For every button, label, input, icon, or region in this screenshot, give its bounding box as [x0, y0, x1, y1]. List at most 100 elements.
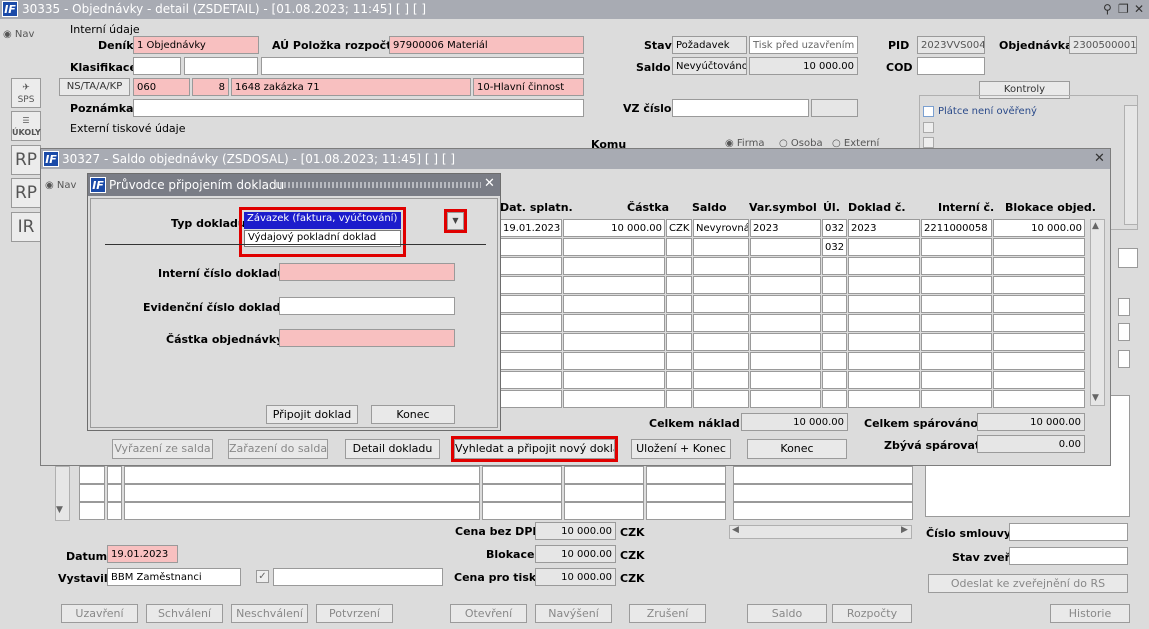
saldo-empty-cell[interactable]: [750, 371, 821, 389]
saldo-empty-cell[interactable]: [500, 333, 562, 351]
sps-icon[interactable]: ✈ SPS: [11, 78, 41, 108]
saldo-empty-cell[interactable]: [993, 314, 1085, 332]
au-field[interactable]: 97900006 Materiál: [389, 36, 584, 54]
saldo-empty-cell[interactable]: [693, 276, 749, 294]
saldo-nav-toggle[interactable]: ◉ Nav: [45, 180, 76, 191]
row2-blokace[interactable]: [993, 238, 1085, 256]
vz-field[interactable]: [672, 99, 809, 117]
saldo-empty-cell[interactable]: [822, 371, 847, 389]
grid-cell[interactable]: [482, 466, 562, 484]
schvaleni-button[interactable]: Schválení: [146, 604, 223, 623]
vyrazeni-button[interactable]: Vyřazení ze salda: [112, 439, 213, 459]
saldo-empty-cell[interactable]: [563, 352, 665, 370]
saldo-empty-cell[interactable]: [921, 333, 992, 351]
saldo-empty-cell[interactable]: [822, 295, 847, 313]
saldo-scroll-up-icon[interactable]: ▲: [1092, 221, 1099, 231]
saldo-empty-cell[interactable]: [563, 314, 665, 332]
saldo-empty-cell[interactable]: [921, 276, 992, 294]
scroll-down-icon[interactable]: ▼: [56, 505, 63, 515]
row1-doklad[interactable]: 2023: [848, 219, 920, 237]
saldo-empty-cell[interactable]: [993, 333, 1085, 351]
saldo-empty-cell[interactable]: [921, 371, 992, 389]
saldo-empty-cell[interactable]: [666, 352, 692, 370]
row1-castka[interactable]: 10 000.00: [563, 219, 665, 237]
saldo-empty-cell[interactable]: [848, 257, 920, 275]
grid-cell[interactable]: [733, 484, 913, 502]
otevreni-button[interactable]: Otevření: [450, 604, 527, 623]
vyhledat-pripojit-button[interactable]: Vyhledat a připojit nový doklad: [451, 436, 618, 462]
saldo-empty-cell[interactable]: [993, 276, 1085, 294]
neschvaleni-button[interactable]: Neschválení: [231, 604, 308, 623]
grid-cell[interactable]: [646, 484, 726, 502]
dropdown-arrow-icon[interactable]: ▼: [444, 209, 467, 233]
saldo-empty-cell[interactable]: [666, 276, 692, 294]
saldo-empty-cell[interactable]: [563, 333, 665, 351]
row1-ul[interactable]: 032: [822, 219, 847, 237]
grid-cell[interactable]: [107, 466, 122, 484]
saldo-empty-cell[interactable]: [500, 314, 562, 332]
ukoly-icon[interactable]: ☰ ÚKOLY: [11, 111, 41, 141]
saldo-empty-cell[interactable]: [822, 390, 847, 408]
saldo-empty-cell[interactable]: [848, 352, 920, 370]
cod-field[interactable]: [917, 57, 985, 75]
saldo-empty-cell[interactable]: [848, 333, 920, 351]
saldo-empty-cell[interactable]: [500, 295, 562, 313]
klasifikace-field-3[interactable]: [261, 57, 584, 75]
pripojit-doklad-button[interactable]: Připojit doklad: [266, 405, 358, 424]
row1-interni[interactable]: 2211000058: [921, 219, 992, 237]
saldo-empty-cell[interactable]: [666, 295, 692, 313]
saldo-empty-cell[interactable]: [500, 257, 562, 275]
grid-cell[interactable]: [79, 484, 105, 502]
dialog-close-icon[interactable]: ✕: [484, 176, 495, 191]
row2-castka[interactable]: [563, 238, 665, 256]
saldo-empty-cell[interactable]: [563, 295, 665, 313]
ulozeni-konec-button[interactable]: Uložení + Konec: [631, 439, 731, 459]
stav-zver-field[interactable]: [1009, 547, 1128, 565]
kontroly-scrollbar[interactable]: [1124, 105, 1138, 225]
saldo-empty-cell[interactable]: [666, 371, 692, 389]
grid-cell[interactable]: [564, 502, 644, 520]
vystavil-field-2[interactable]: [273, 568, 443, 586]
saldo-empty-cell[interactable]: [693, 371, 749, 389]
klasifikace-field-2[interactable]: [184, 57, 258, 75]
saldo-empty-cell[interactable]: [822, 314, 847, 332]
right-field-1[interactable]: [1118, 298, 1130, 316]
grid-cell[interactable]: [79, 502, 105, 520]
saldo-empty-cell[interactable]: [750, 352, 821, 370]
saldo-scrollbar[interactable]: [1090, 219, 1105, 406]
scroll-right-icon[interactable]: ▶: [901, 525, 908, 535]
scroll-left-icon[interactable]: ◀: [732, 525, 739, 535]
saldo-empty-cell[interactable]: [563, 276, 665, 294]
restore-icon[interactable]: ❐: [1118, 2, 1129, 16]
odeslat-button[interactable]: Odeslat ke zveřejnění do RS: [928, 574, 1128, 593]
saldo-empty-cell[interactable]: [848, 390, 920, 408]
saldo-empty-cell[interactable]: [693, 295, 749, 313]
datum-field[interactable]: 19.01.2023: [107, 545, 178, 563]
vystavil-field[interactable]: BBM Zaměstnanci: [107, 568, 241, 586]
saldo-empty-cell[interactable]: [993, 295, 1085, 313]
saldo-empty-cell[interactable]: [822, 257, 847, 275]
rozpocty-button[interactable]: Rozpočty: [832, 604, 912, 623]
close-icon[interactable]: ✕: [1134, 2, 1144, 16]
grid-cell[interactable]: [482, 502, 562, 520]
cislo-smlouvy-field[interactable]: [1009, 523, 1128, 541]
row1-mena[interactable]: CZK: [666, 219, 692, 237]
saldo-empty-cell[interactable]: [563, 371, 665, 389]
row2-doklad[interactable]: [848, 238, 920, 256]
zruseni-button[interactable]: Zrušení: [629, 604, 706, 623]
check-3[interactable]: [923, 137, 934, 148]
saldo-empty-cell[interactable]: [993, 352, 1085, 370]
saldo-konec-button[interactable]: Konec: [747, 439, 847, 459]
saldo-scroll-down-icon[interactable]: ▼: [1092, 393, 1099, 403]
row1-datum[interactable]: 19.01.2023: [500, 219, 562, 237]
saldo-empty-cell[interactable]: [693, 333, 749, 351]
navyseni-button[interactable]: Navýšení: [535, 604, 612, 623]
detail-dokladu-button[interactable]: Detail dokladu: [345, 439, 440, 459]
grid-cell[interactable]: [107, 484, 122, 502]
ns-button[interactable]: NS/TA/A/KP: [59, 78, 130, 96]
saldo-empty-cell[interactable]: [848, 276, 920, 294]
saldo-empty-cell[interactable]: [500, 276, 562, 294]
ns-field-1[interactable]: 060: [133, 78, 190, 96]
h-scrollbar[interactable]: [729, 525, 912, 539]
saldo-empty-cell[interactable]: [921, 257, 992, 275]
